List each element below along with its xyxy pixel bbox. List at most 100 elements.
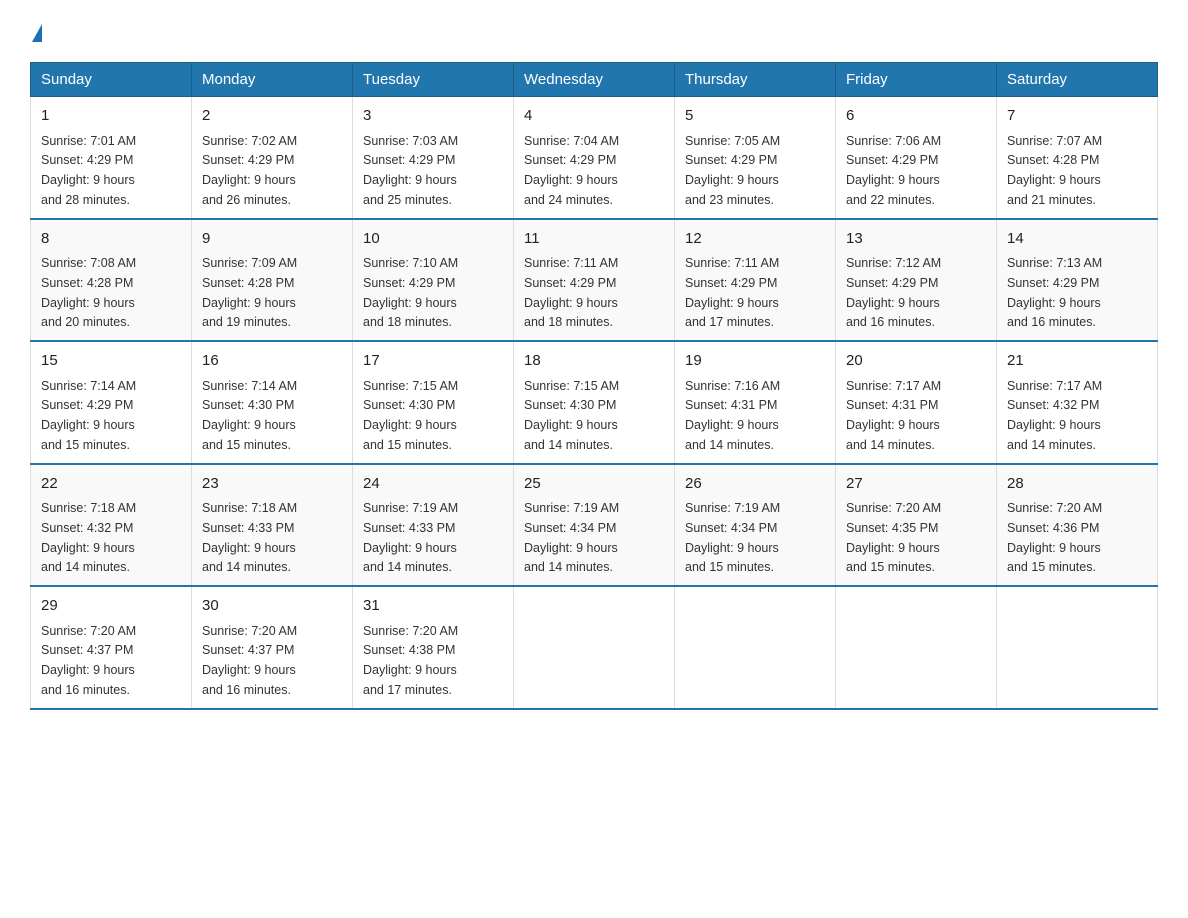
day-number: 18	[524, 350, 664, 373]
day-info: Sunrise: 7:17 AMSunset: 4:31 PMDaylight:…	[846, 379, 941, 452]
header-cell-saturday: Saturday	[997, 63, 1158, 97]
day-info: Sunrise: 7:02 AMSunset: 4:29 PMDaylight:…	[202, 134, 297, 207]
header-cell-wednesday: Wednesday	[514, 63, 675, 97]
week-row-1: 1 Sunrise: 7:01 AMSunset: 4:29 PMDayligh…	[31, 97, 1158, 219]
day-number: 9	[202, 228, 342, 251]
day-cell: 29 Sunrise: 7:20 AMSunset: 4:37 PMDaylig…	[31, 586, 192, 709]
day-info: Sunrise: 7:19 AMSunset: 4:33 PMDaylight:…	[363, 501, 458, 574]
day-cell: 10 Sunrise: 7:10 AMSunset: 4:29 PMDaylig…	[353, 219, 514, 342]
day-number: 5	[685, 105, 825, 128]
logo	[30, 20, 42, 44]
header-cell-thursday: Thursday	[675, 63, 836, 97]
day-cell: 19 Sunrise: 7:16 AMSunset: 4:31 PMDaylig…	[675, 341, 836, 464]
day-cell: 1 Sunrise: 7:01 AMSunset: 4:29 PMDayligh…	[31, 97, 192, 219]
day-cell: 22 Sunrise: 7:18 AMSunset: 4:32 PMDaylig…	[31, 464, 192, 587]
day-number: 27	[846, 473, 986, 496]
day-cell: 21 Sunrise: 7:17 AMSunset: 4:32 PMDaylig…	[997, 341, 1158, 464]
day-number: 26	[685, 473, 825, 496]
day-cell: 5 Sunrise: 7:05 AMSunset: 4:29 PMDayligh…	[675, 97, 836, 219]
day-number: 8	[41, 228, 181, 251]
day-cell: 3 Sunrise: 7:03 AMSunset: 4:29 PMDayligh…	[353, 97, 514, 219]
day-number: 25	[524, 473, 664, 496]
day-info: Sunrise: 7:05 AMSunset: 4:29 PMDaylight:…	[685, 134, 780, 207]
day-cell: 18 Sunrise: 7:15 AMSunset: 4:30 PMDaylig…	[514, 341, 675, 464]
day-cell: 14 Sunrise: 7:13 AMSunset: 4:29 PMDaylig…	[997, 219, 1158, 342]
day-number: 15	[41, 350, 181, 373]
header-cell-sunday: Sunday	[31, 63, 192, 97]
week-row-5: 29 Sunrise: 7:20 AMSunset: 4:37 PMDaylig…	[31, 586, 1158, 709]
header-row: SundayMondayTuesdayWednesdayThursdayFrid…	[31, 63, 1158, 97]
calendar-table: SundayMondayTuesdayWednesdayThursdayFrid…	[30, 62, 1158, 710]
header-cell-monday: Monday	[192, 63, 353, 97]
day-cell: 24 Sunrise: 7:19 AMSunset: 4:33 PMDaylig…	[353, 464, 514, 587]
calendar-body: 1 Sunrise: 7:01 AMSunset: 4:29 PMDayligh…	[31, 97, 1158, 709]
day-info: Sunrise: 7:19 AMSunset: 4:34 PMDaylight:…	[524, 501, 619, 574]
day-cell: 7 Sunrise: 7:07 AMSunset: 4:28 PMDayligh…	[997, 97, 1158, 219]
day-cell: 25 Sunrise: 7:19 AMSunset: 4:34 PMDaylig…	[514, 464, 675, 587]
day-number: 11	[524, 228, 664, 251]
day-info: Sunrise: 7:09 AMSunset: 4:28 PMDaylight:…	[202, 256, 297, 329]
day-info: Sunrise: 7:12 AMSunset: 4:29 PMDaylight:…	[846, 256, 941, 329]
page-header	[30, 20, 1158, 44]
day-number: 3	[363, 105, 503, 128]
day-info: Sunrise: 7:19 AMSunset: 4:34 PMDaylight:…	[685, 501, 780, 574]
day-info: Sunrise: 7:14 AMSunset: 4:30 PMDaylight:…	[202, 379, 297, 452]
day-cell	[997, 586, 1158, 709]
day-info: Sunrise: 7:18 AMSunset: 4:33 PMDaylight:…	[202, 501, 297, 574]
day-number: 4	[524, 105, 664, 128]
day-number: 10	[363, 228, 503, 251]
day-number: 20	[846, 350, 986, 373]
day-number: 29	[41, 595, 181, 618]
day-info: Sunrise: 7:20 AMSunset: 4:36 PMDaylight:…	[1007, 501, 1102, 574]
day-number: 23	[202, 473, 342, 496]
day-cell: 30 Sunrise: 7:20 AMSunset: 4:37 PMDaylig…	[192, 586, 353, 709]
day-cell: 12 Sunrise: 7:11 AMSunset: 4:29 PMDaylig…	[675, 219, 836, 342]
day-cell: 11 Sunrise: 7:11 AMSunset: 4:29 PMDaylig…	[514, 219, 675, 342]
day-info: Sunrise: 7:07 AMSunset: 4:28 PMDaylight:…	[1007, 134, 1102, 207]
day-number: 12	[685, 228, 825, 251]
header-cell-tuesday: Tuesday	[353, 63, 514, 97]
day-cell	[675, 586, 836, 709]
day-cell	[836, 586, 997, 709]
week-row-2: 8 Sunrise: 7:08 AMSunset: 4:28 PMDayligh…	[31, 219, 1158, 342]
day-info: Sunrise: 7:20 AMSunset: 4:37 PMDaylight:…	[202, 624, 297, 697]
week-row-4: 22 Sunrise: 7:18 AMSunset: 4:32 PMDaylig…	[31, 464, 1158, 587]
day-cell: 31 Sunrise: 7:20 AMSunset: 4:38 PMDaylig…	[353, 586, 514, 709]
day-cell: 28 Sunrise: 7:20 AMSunset: 4:36 PMDaylig…	[997, 464, 1158, 587]
day-info: Sunrise: 7:08 AMSunset: 4:28 PMDaylight:…	[41, 256, 136, 329]
day-cell: 6 Sunrise: 7:06 AMSunset: 4:29 PMDayligh…	[836, 97, 997, 219]
day-info: Sunrise: 7:20 AMSunset: 4:38 PMDaylight:…	[363, 624, 458, 697]
day-cell: 16 Sunrise: 7:14 AMSunset: 4:30 PMDaylig…	[192, 341, 353, 464]
day-cell: 9 Sunrise: 7:09 AMSunset: 4:28 PMDayligh…	[192, 219, 353, 342]
calendar-header: SundayMondayTuesdayWednesdayThursdayFrid…	[31, 63, 1158, 97]
day-info: Sunrise: 7:16 AMSunset: 4:31 PMDaylight:…	[685, 379, 780, 452]
week-row-3: 15 Sunrise: 7:14 AMSunset: 4:29 PMDaylig…	[31, 341, 1158, 464]
day-cell: 17 Sunrise: 7:15 AMSunset: 4:30 PMDaylig…	[353, 341, 514, 464]
day-info: Sunrise: 7:15 AMSunset: 4:30 PMDaylight:…	[524, 379, 619, 452]
day-cell: 15 Sunrise: 7:14 AMSunset: 4:29 PMDaylig…	[31, 341, 192, 464]
day-number: 22	[41, 473, 181, 496]
day-info: Sunrise: 7:15 AMSunset: 4:30 PMDaylight:…	[363, 379, 458, 452]
day-info: Sunrise: 7:14 AMSunset: 4:29 PMDaylight:…	[41, 379, 136, 452]
day-info: Sunrise: 7:11 AMSunset: 4:29 PMDaylight:…	[524, 256, 618, 329]
day-number: 19	[685, 350, 825, 373]
day-number: 17	[363, 350, 503, 373]
day-number: 1	[41, 105, 181, 128]
day-number: 7	[1007, 105, 1147, 128]
day-cell: 4 Sunrise: 7:04 AMSunset: 4:29 PMDayligh…	[514, 97, 675, 219]
day-cell: 8 Sunrise: 7:08 AMSunset: 4:28 PMDayligh…	[31, 219, 192, 342]
logo-triangle-icon	[32, 24, 42, 42]
day-info: Sunrise: 7:04 AMSunset: 4:29 PMDaylight:…	[524, 134, 619, 207]
day-info: Sunrise: 7:11 AMSunset: 4:29 PMDaylight:…	[685, 256, 779, 329]
day-info: Sunrise: 7:06 AMSunset: 4:29 PMDaylight:…	[846, 134, 941, 207]
day-info: Sunrise: 7:13 AMSunset: 4:29 PMDaylight:…	[1007, 256, 1102, 329]
day-number: 13	[846, 228, 986, 251]
day-cell: 13 Sunrise: 7:12 AMSunset: 4:29 PMDaylig…	[836, 219, 997, 342]
day-info: Sunrise: 7:18 AMSunset: 4:32 PMDaylight:…	[41, 501, 136, 574]
day-number: 28	[1007, 473, 1147, 496]
day-cell: 27 Sunrise: 7:20 AMSunset: 4:35 PMDaylig…	[836, 464, 997, 587]
day-number: 24	[363, 473, 503, 496]
day-number: 30	[202, 595, 342, 618]
day-cell: 26 Sunrise: 7:19 AMSunset: 4:34 PMDaylig…	[675, 464, 836, 587]
day-cell: 23 Sunrise: 7:18 AMSunset: 4:33 PMDaylig…	[192, 464, 353, 587]
